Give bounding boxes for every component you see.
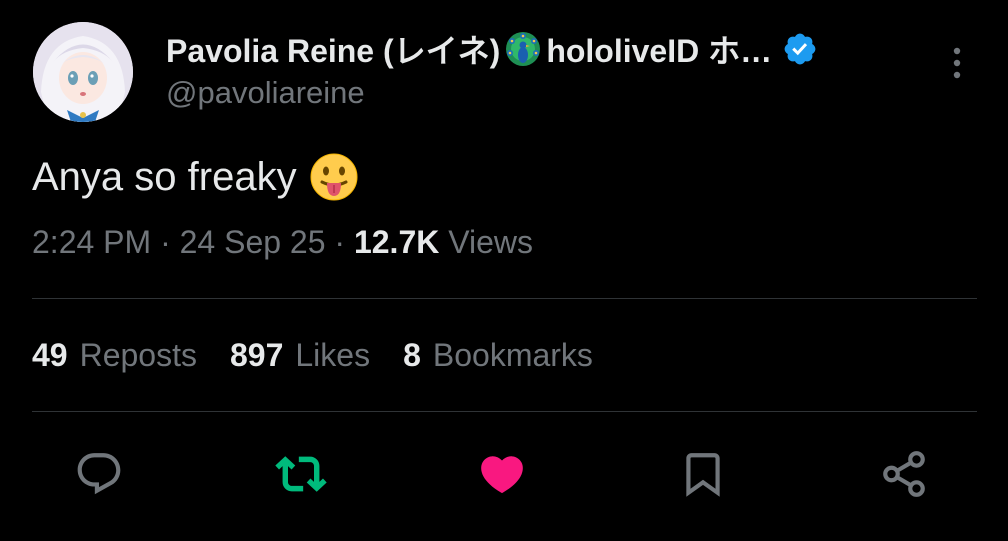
bookmarks-count: 8	[403, 337, 421, 373]
repost-icon	[275, 456, 327, 492]
share-button[interactable]	[878, 448, 930, 500]
tweet-text: Anya so freaky	[32, 154, 297, 199]
repost-button[interactable]	[275, 448, 327, 500]
divider	[32, 411, 977, 412]
meta-separator: ·	[334, 224, 346, 260]
likes-count: 897	[229, 337, 284, 373]
views-count: 12.7K	[353, 224, 440, 260]
bookmark-icon	[686, 453, 720, 497]
tweet-text-row: Anya so freaky	[32, 152, 359, 202]
author-name-suffix[interactable]: hololiveID ホ…	[546, 26, 772, 72]
author-display-name[interactable]: Pavolia Reine (レイネ)	[166, 26, 500, 72]
bookmark-button[interactable]	[677, 448, 729, 500]
verified-badge-icon[interactable]	[782, 31, 818, 67]
likes-label: Likes	[295, 337, 371, 373]
anime-avatar-icon	[33, 22, 133, 122]
reply-icon	[77, 453, 121, 495]
bookmarks-stat[interactable]: 8 Bookmarks	[403, 337, 593, 374]
tweet-time[interactable]: 2:24 PM	[32, 224, 151, 260]
views-label: Views	[448, 224, 534, 260]
reposts-count: 49	[32, 337, 68, 373]
like-button[interactable]	[476, 448, 528, 500]
divider	[32, 298, 977, 299]
more-options-icon[interactable]	[946, 44, 968, 84]
author-name-row[interactable]: Pavolia Reine (レイネ) hololiveID ホ…	[166, 28, 818, 70]
avatar[interactable]	[33, 22, 133, 122]
reposts-label: Reposts	[79, 337, 197, 373]
reply-button[interactable]	[73, 448, 125, 500]
tweet-date[interactable]: 24 Sep 25	[180, 224, 326, 260]
meta-separator: ·	[160, 224, 171, 260]
reposts-stat[interactable]: 49 Reposts	[32, 337, 197, 374]
action-bar	[0, 448, 1008, 500]
engagement-stats: 49 Reposts 897 Likes 8 Bookmarks	[32, 337, 593, 374]
author-handle[interactable]: @pavoliareine	[166, 75, 365, 111]
like-icon	[481, 456, 523, 494]
bookmarks-label: Bookmarks	[432, 337, 593, 373]
share-icon	[883, 451, 925, 497]
tweet-meta: 2:24 PM · 24 Sep 25 · 12.7K Views	[32, 224, 533, 261]
face-with-tongue-emoji-icon	[309, 152, 359, 202]
likes-stat[interactable]: 897 Likes	[230, 337, 370, 374]
peacock-emoji-icon	[502, 29, 544, 69]
